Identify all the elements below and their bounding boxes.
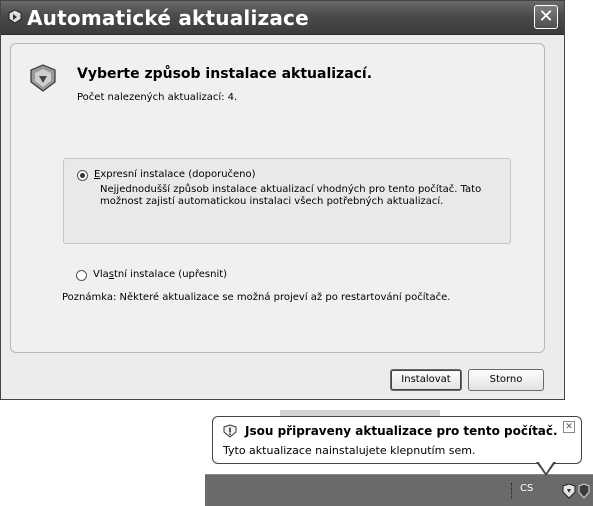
language-indicator[interactable]: CS (520, 483, 533, 494)
notification-balloon[interactable]: Jsou připraveny aktualizace pro tento po… (212, 416, 582, 464)
window-title: Automatické aktualizace (27, 6, 309, 30)
install-button[interactable]: Instalovat (390, 369, 462, 391)
express-install-label[interactable]: Expresní instalace (doporučeno) (94, 169, 256, 180)
page-heading: Vyberte způsob instalace aktualizací. (77, 66, 373, 82)
custom-install-radio[interactable] (76, 270, 87, 281)
close-button[interactable]: ✕ (534, 5, 558, 29)
windows-update-icon (8, 9, 22, 24)
express-install-description: Nejjednodušší způsob instalace aktualiza… (100, 184, 482, 207)
balloon-text[interactable]: Tyto aktualizace nainstalujete klepnutím… (223, 444, 476, 457)
update-window: Automatické aktualizace ✕ Vyberte způsob… (0, 0, 565, 400)
taskbar: CS (205, 474, 593, 506)
custom-install-label[interactable]: Vlastní instalace (upřesnit) (93, 269, 227, 280)
express-label-rest: xpresní instalace (doporučeno) (100, 169, 256, 180)
title-bar[interactable]: Automatické aktualizace ✕ (1, 1, 564, 35)
update-tray-icon[interactable] (562, 483, 576, 499)
cancel-button[interactable]: Storno (468, 369, 544, 391)
balloon-tail-fill (538, 461, 554, 473)
tray-separator (511, 483, 515, 499)
custom-label-prefix: Vla (93, 269, 109, 280)
express-option-box: Expresní instalace (doporučeno) Nejjedno… (63, 158, 511, 244)
balloon-title: Jsou připraveny aktualizace pro tento po… (245, 424, 558, 438)
security-shield-icon[interactable] (578, 483, 590, 499)
custom-label-rest: tní instalace (upřesnit) (113, 269, 228, 280)
content-panel: Vyberte způsob instalace aktualizací. Po… (10, 43, 545, 353)
balloon-close-button[interactable]: ✕ (563, 421, 575, 433)
shield-warning-icon (223, 424, 237, 438)
express-install-radio[interactable] (77, 170, 88, 181)
updates-count-text: Počet nalezených aktualizací: 4. (77, 92, 238, 103)
restart-note: Poznámka: Některé aktualizace se možná p… (62, 292, 451, 303)
update-shield-icon (30, 64, 56, 92)
